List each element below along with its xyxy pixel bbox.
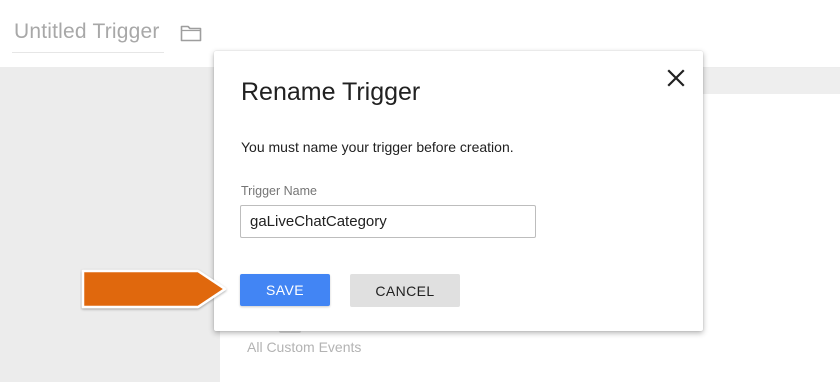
trigger-name-label: Trigger Name [241,184,317,198]
cancel-button[interactable]: CANCEL [350,274,460,307]
dialog-message: You must name your trigger before creati… [241,139,514,155]
arrow-right-icon [81,269,227,309]
page-title[interactable]: Untitled Trigger [14,20,160,44]
save-button[interactable]: SAVE [240,274,330,306]
left-pane [0,68,220,382]
rename-trigger-dialog: Rename Trigger You must name your trigge… [214,51,703,331]
background-item-label: All Custom Events [247,339,362,355]
trigger-name-input[interactable] [240,205,536,238]
close-icon[interactable] [664,66,688,90]
dialog-title: Rename Trigger [241,78,421,106]
folder-icon[interactable] [180,24,202,42]
title-underline [12,52,164,53]
content-strip [700,68,840,94]
